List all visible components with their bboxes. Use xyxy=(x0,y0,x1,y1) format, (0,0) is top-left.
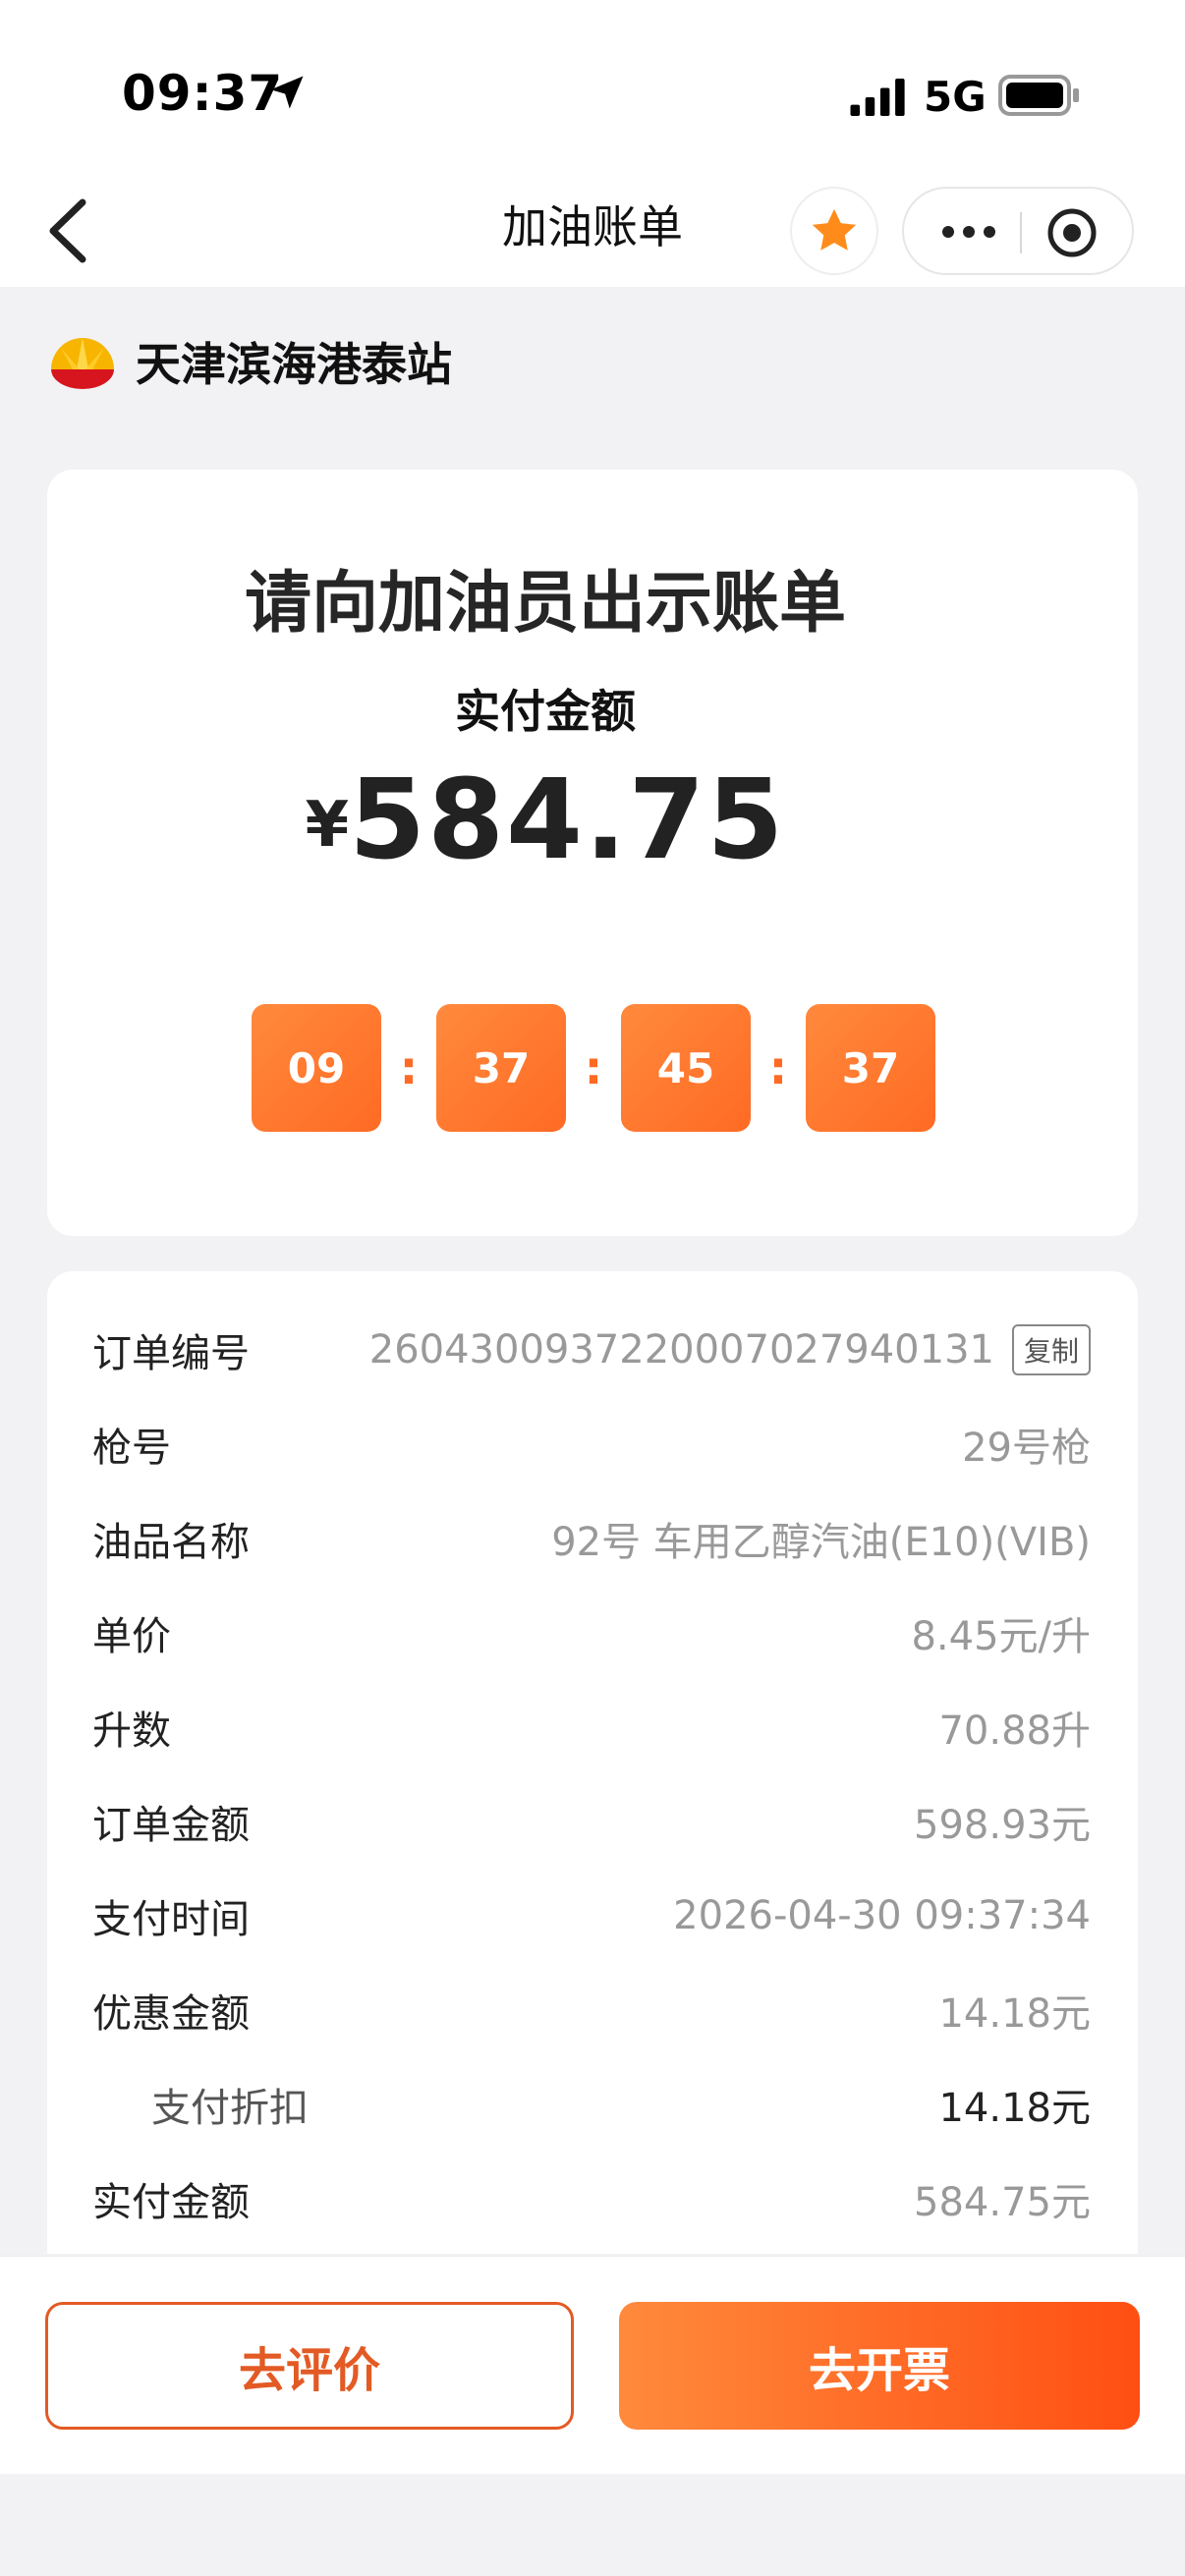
detail-row-liters: 升数 70.88升 xyxy=(92,1680,1091,1774)
station-name: 天津滨海港泰站 xyxy=(136,338,452,391)
detail-label: 枪号 xyxy=(92,1426,171,1471)
detail-label: 单价 xyxy=(92,1614,171,1659)
detail-label: 实付金额 xyxy=(92,2180,250,2225)
detail-row-paid-amount: 实付金额 584.75元 xyxy=(92,2152,1091,2246)
star-icon xyxy=(812,208,857,251)
timer-separator: : xyxy=(399,1041,419,1094)
mini-program-capsule xyxy=(902,187,1134,275)
detail-label: 优惠金额 xyxy=(92,1991,250,2037)
detail-label: 升数 xyxy=(92,1708,171,1754)
detail-value: 8.45元/升 xyxy=(911,1614,1091,1659)
detail-row-pay-discount: 支付折扣 14.18元 xyxy=(92,2057,1091,2152)
amount-label: 实付金额 xyxy=(455,685,636,738)
detail-row-pump: 枪号 29号枪 xyxy=(92,1397,1091,1491)
detail-value: 14.18元 xyxy=(938,2086,1091,2131)
detail-value: 584.75元 xyxy=(914,2180,1091,2225)
live-timer: 09 : 37 : 45 : 37 xyxy=(252,1004,935,1132)
order-id-value: 2604300937220007027940131 xyxy=(368,1327,994,1372)
detail-label: 订单金额 xyxy=(92,1803,250,1848)
detail-value: 14.18元 xyxy=(938,1991,1091,2037)
detail-row-pay-time: 支付时间 2026-04-30 09:37:34 xyxy=(92,1869,1091,1963)
capsule-divider xyxy=(1020,212,1022,253)
detail-label: 支付时间 xyxy=(92,1897,250,1942)
invoice-button[interactable]: 去开票 xyxy=(619,2302,1140,2430)
detail-label: 油品名称 xyxy=(92,1520,250,1565)
detail-row-discount: 优惠金额 14.18元 xyxy=(92,1963,1091,2057)
detail-row-unit-price: 单价 8.45元/升 xyxy=(92,1586,1091,1680)
detail-value: 598.93元 xyxy=(914,1803,1091,1848)
safe-area xyxy=(0,2474,1185,2576)
status-time: 09:37 xyxy=(122,65,284,122)
battery-icon xyxy=(998,75,1079,116)
bill-title: 请向加油员出示账单 xyxy=(244,565,846,643)
bottom-action-bar: 去评价 去开票 xyxy=(0,2256,1185,2474)
detail-row-order-id: 订单编号 2604300937220007027940131 复制 xyxy=(92,1303,1091,1397)
timer-hours: 09 xyxy=(252,1004,381,1132)
amount-value: 584.75 xyxy=(349,756,786,884)
favorite-button[interactable] xyxy=(790,187,878,275)
close-mini-program-icon[interactable] xyxy=(1045,206,1099,259)
currency-symbol: ¥ xyxy=(305,789,350,862)
detail-value: 92号 车用乙醇汽油(E10)(VIB) xyxy=(551,1520,1091,1565)
more-options-icon[interactable] xyxy=(939,214,998,250)
detail-value: 70.88升 xyxy=(938,1708,1091,1754)
paid-amount: ¥584.75 xyxy=(0,756,1091,884)
detail-value: 29号枪 xyxy=(962,1426,1091,1471)
copy-button[interactable]: 复制 xyxy=(1011,1324,1091,1375)
detail-value: 2026-04-30 09:37:34 xyxy=(673,1893,1091,1938)
detail-row-order-amount: 订单金额 598.93元 xyxy=(92,1774,1091,1869)
detail-label: 订单编号 xyxy=(92,1331,250,1376)
station-header: 天津滨海港泰站 xyxy=(47,322,452,401)
location-arrow-icon xyxy=(270,76,304,109)
cellular-signal-icon xyxy=(850,79,905,116)
timer-separator: : xyxy=(584,1041,603,1094)
timer-seconds: 45 xyxy=(621,1004,751,1132)
rate-button[interactable]: 去评价 xyxy=(45,2302,574,2430)
detail-row-fuel-name: 油品名称 92号 车用乙醇汽油(E10)(VIB) xyxy=(92,1491,1091,1586)
network-type: 5G xyxy=(924,73,987,121)
timer-centiseconds: 37 xyxy=(806,1004,935,1132)
detail-label: 支付折扣 xyxy=(151,2086,309,2131)
timer-separator: : xyxy=(768,1041,788,1094)
timer-minutes: 37 xyxy=(436,1004,566,1132)
petrochina-logo-icon xyxy=(51,338,114,389)
top-bar: 09:37 5G 加油账单 xyxy=(0,0,1185,287)
